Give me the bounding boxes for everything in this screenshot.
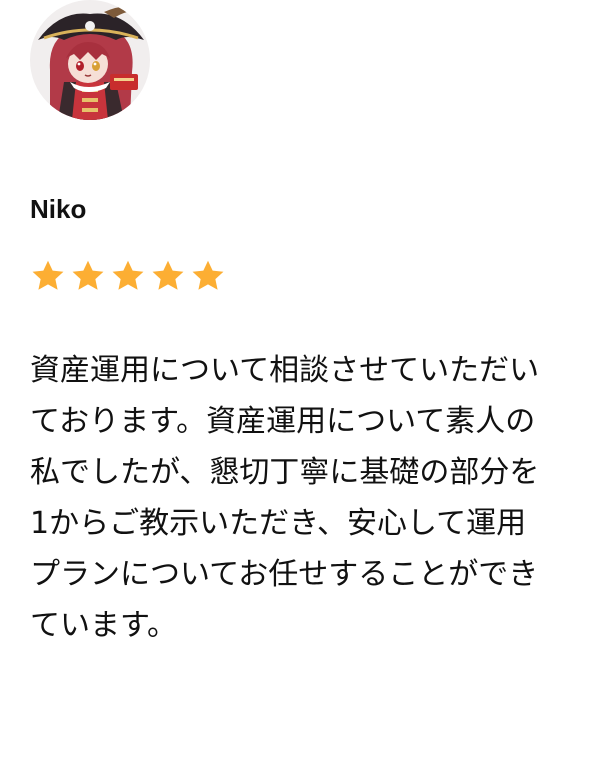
review-text: 資産運用について相談させていただい ております。資産運用について素人の 私でした… (30, 353, 540, 643)
star-icon (152, 260, 184, 290)
star-icon (192, 260, 224, 290)
star-rating (30, 252, 226, 300)
star-icon (72, 260, 104, 290)
star-icon (32, 260, 64, 290)
avatar-character-icon (30, 0, 150, 120)
reviewer-name: Niko (30, 194, 87, 224)
review-card: Niko 資産運用について相談させていただい ております。資産運用について素人の… (0, 0, 612, 780)
avatar (30, 0, 150, 120)
star-icon (112, 260, 144, 290)
